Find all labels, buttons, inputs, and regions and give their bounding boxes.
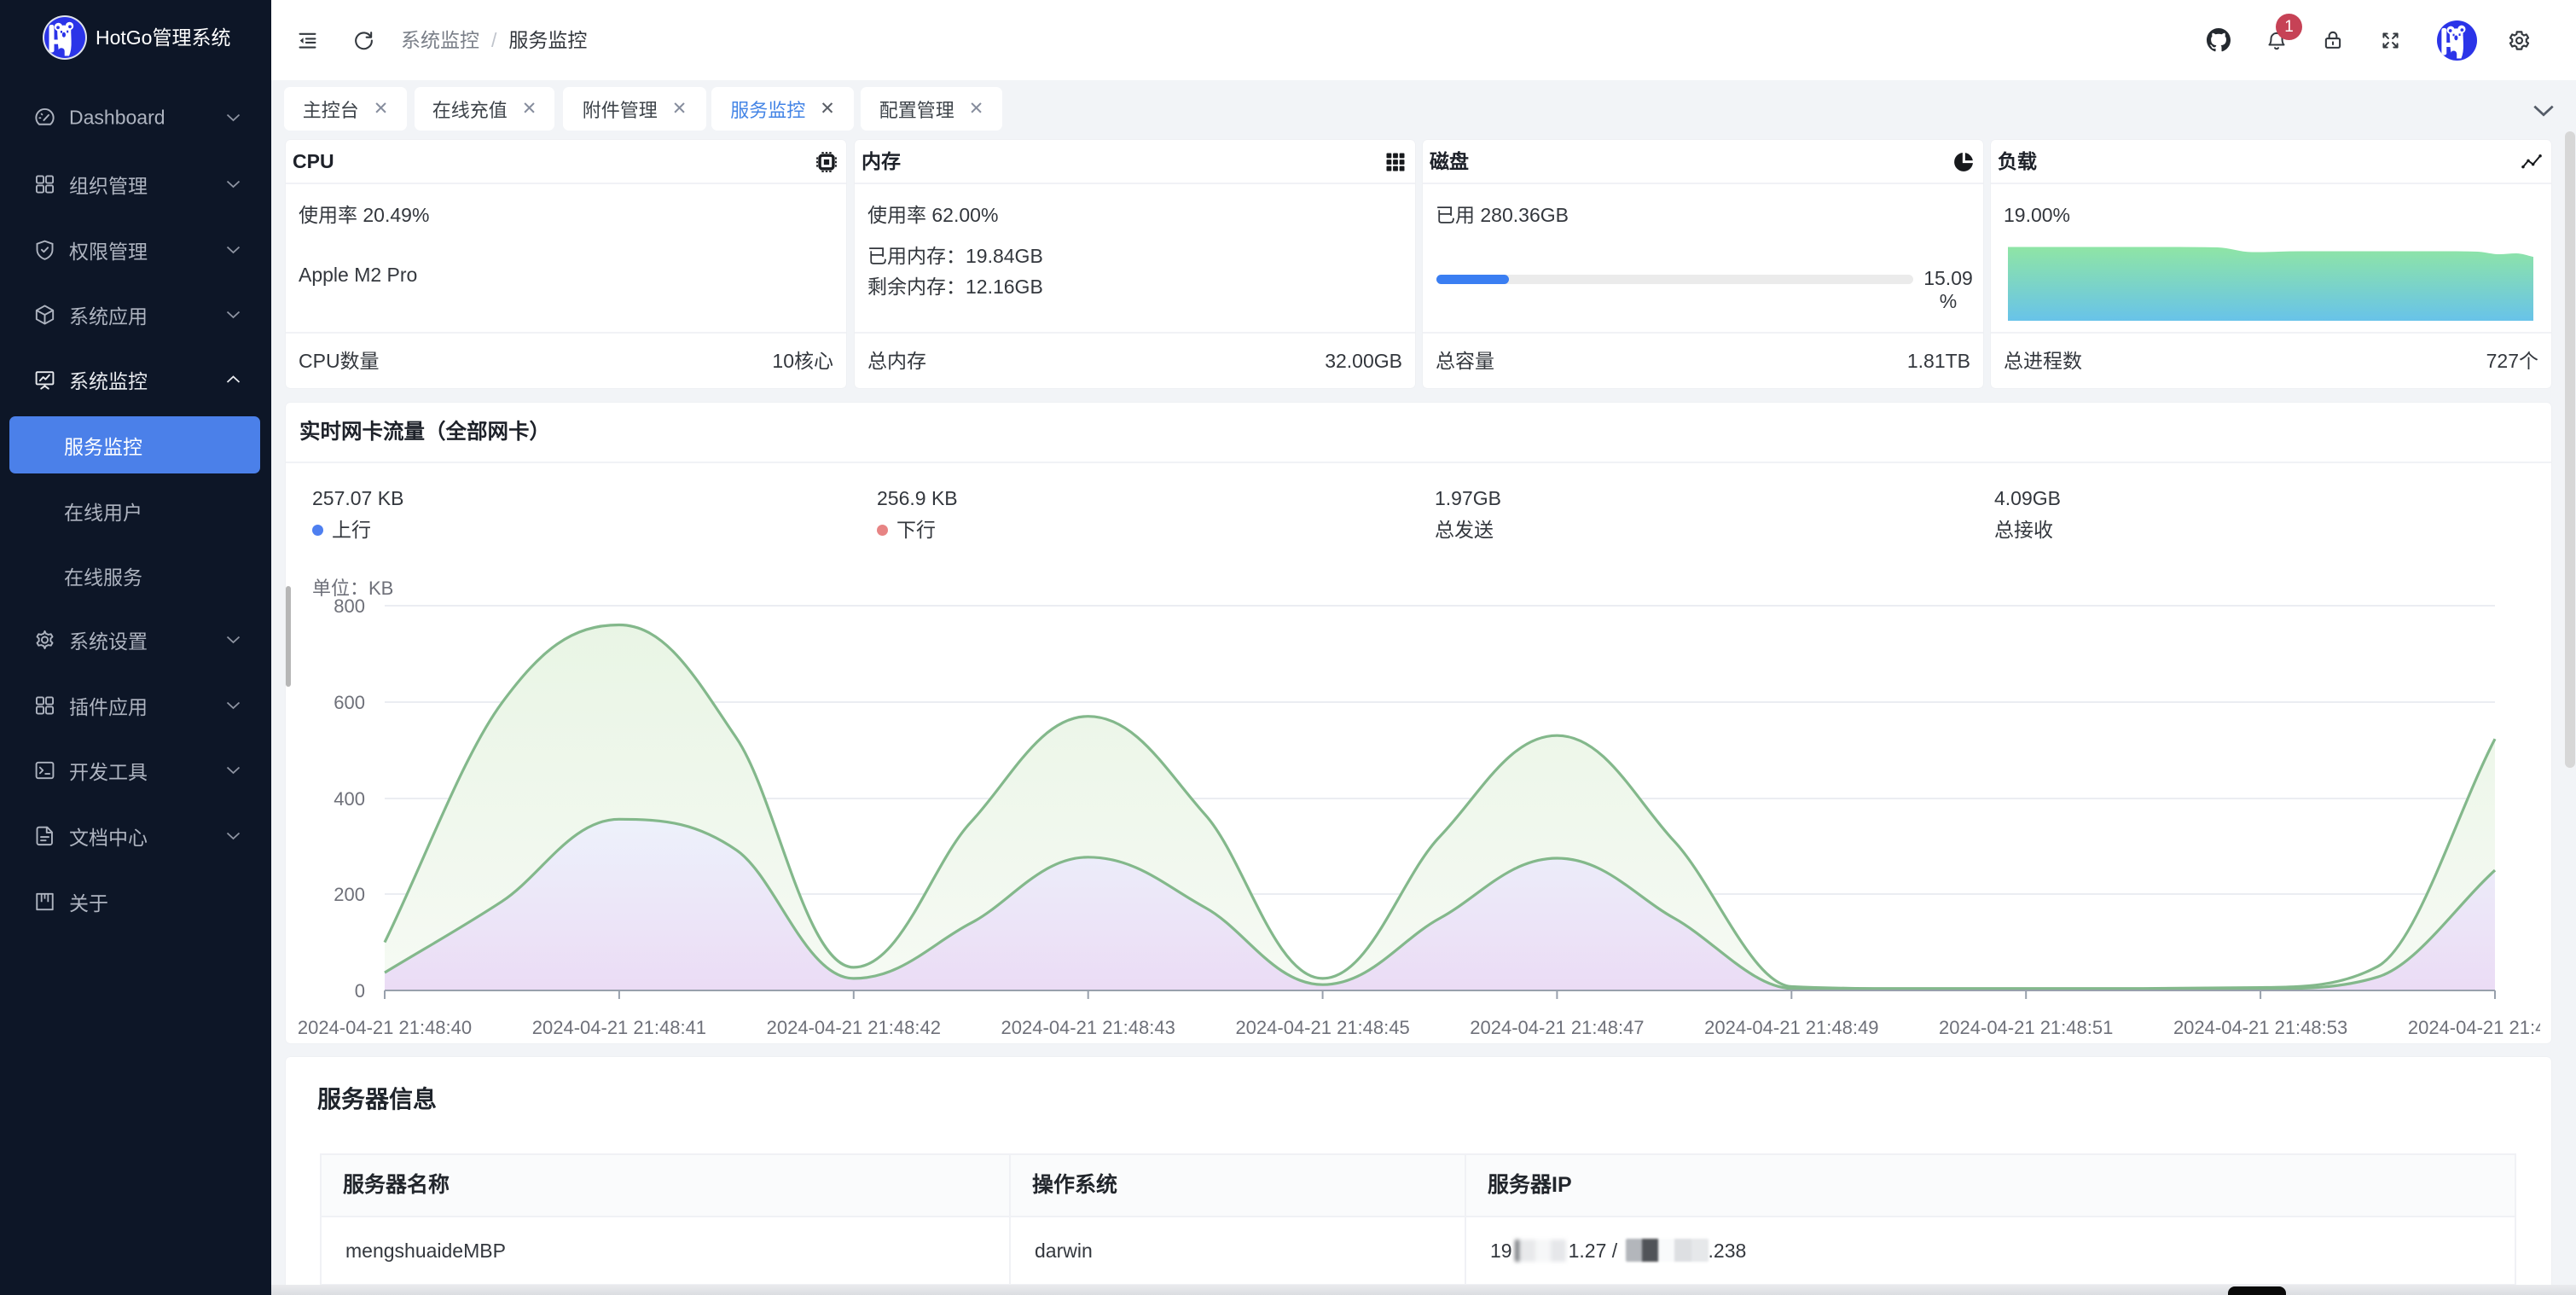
svg-text:2024-04-21 21:48:43: 2024-04-21 21:48:43	[1001, 1017, 1175, 1038]
svg-text:2024-04-21 21:48:40: 2024-04-21 21:48:40	[298, 1017, 472, 1038]
svg-text:2024-04-21 21:48:42: 2024-04-21 21:48:42	[767, 1017, 941, 1038]
svg-text:2024-04-21 21:48:55: 2024-04-21 21:48:55	[2408, 1017, 2540, 1038]
svg-text:2024-04-21 21:48:51: 2024-04-21 21:48:51	[1939, 1017, 2113, 1038]
svg-text:2024-04-21 21:48:53: 2024-04-21 21:48:53	[2173, 1017, 2347, 1038]
svg-text:800: 800	[334, 595, 365, 617]
svg-text:0: 0	[355, 980, 365, 1002]
svg-text:2024-04-21 21:48:41: 2024-04-21 21:48:41	[532, 1017, 706, 1038]
svg-text:200: 200	[334, 884, 365, 905]
svg-text:400: 400	[334, 788, 365, 810]
svg-text:2024-04-21 21:48:47: 2024-04-21 21:48:47	[1470, 1017, 1644, 1038]
svg-text:600: 600	[334, 692, 365, 713]
svg-text:2024-04-21 21:48:49: 2024-04-21 21:48:49	[1704, 1017, 1878, 1038]
svg-text:2024-04-21 21:48:45: 2024-04-21 21:48:45	[1235, 1017, 1409, 1038]
